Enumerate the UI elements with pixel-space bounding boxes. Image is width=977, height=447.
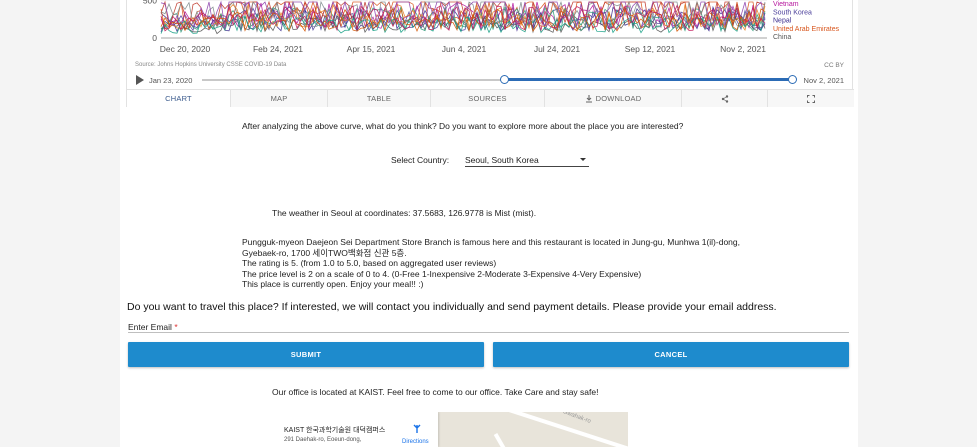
x-tick-label: Dec 20, 2020 <box>160 44 211 54</box>
fullscreen-icon <box>807 94 815 103</box>
x-tick-label: Jul 24, 2021 <box>534 44 581 54</box>
directions-icon[interactable] <box>412 424 422 434</box>
tab-table-label: TABLE <box>366 94 392 103</box>
country-select-label: Select Country: <box>391 155 450 165</box>
tab-chart[interactable]: CHART <box>127 90 231 107</box>
legend-entry: Nepal <box>773 18 792 25</box>
tab-download[interactable]: DOWNLOAD <box>545 90 682 107</box>
restaurant-line: Pungguk-myeon Daejeon Sei Department Sto… <box>242 237 740 247</box>
covid-chart-widget: 0 500 Dec 20, 2020 Feb 24, 2021 Apr 15, 2021… <box>126 0 854 107</box>
map-place-address: 291 Daehak-ro, Eoeun-dong, <box>284 437 362 443</box>
weather-text: The weather in Seoul at coordinates: 37.… <box>272 208 537 218</box>
email-field[interactable] <box>128 319 849 332</box>
tab-chart-label: CHART <box>165 94 192 103</box>
restaurant-status: This place is currently open. Enjoy your… <box>242 279 424 289</box>
license-label: CC BY <box>824 62 844 69</box>
tab-download-label: DOWNLOAD <box>595 94 642 103</box>
timeline-start-date: Jan 23, 2020 <box>149 76 193 85</box>
restaurant-info: Pungguk-myeon Daejeon Sei Department Sto… <box>242 237 740 290</box>
legend-entry: United Arab Emirates <box>773 26 840 33</box>
email-underline <box>128 332 849 333</box>
tab-fullscreen[interactable] <box>768 90 854 107</box>
submit-button-label: SUBMIT <box>290 350 322 359</box>
restaurant-rating: The rating is 5. (from 1.0 to 5.0, based… <box>242 258 497 268</box>
map-street-label: Gwahak-ro <box>561 412 592 425</box>
cancel-button-label: CANCEL <box>654 350 688 359</box>
tab-map-label: MAP <box>270 94 288 103</box>
x-tick-label: Jun 4, 2021 <box>442 44 487 54</box>
x-tick-label: Apr 15, 2021 <box>347 44 396 54</box>
analysis-prompt: After analyzing the above curve, what do… <box>242 121 684 131</box>
timeline-start-handle[interactable] <box>500 75 509 84</box>
timeline-end-handle[interactable] <box>788 75 797 84</box>
chart-tabs: CHART MAP TABLE SOURCES DOWNLOAD <box>127 89 854 107</box>
play-icon[interactable] <box>136 75 144 85</box>
tab-sources[interactable]: SOURCES <box>431 90 545 107</box>
download-icon <box>585 94 592 103</box>
right-margin <box>858 0 977 447</box>
x-tick-label: Nov 2, 2021 <box>720 44 766 54</box>
travel-question: Do you want to travel this place? If int… <box>127 301 777 313</box>
restaurant-price: The price level is 2 on a scale of 0 to … <box>242 268 642 279</box>
left-margin <box>0 0 120 447</box>
map-road <box>493 433 513 447</box>
office-text: Our office is located at KAIST. Feel fre… <box>272 387 599 397</box>
legend-entry: Vietnam <box>773 1 799 8</box>
share-icon <box>721 94 728 103</box>
tab-table[interactable]: TABLE <box>328 90 431 107</box>
line-chart: 0 500 Dec 20, 2020 Feb 24, 2021 Apr 15, 2021… <box>143 0 840 54</box>
tab-map[interactable]: MAP <box>231 90 328 107</box>
timeline-end-date: Nov 2, 2021 <box>803 76 844 85</box>
chart-source: Source: Johns Hopkins University CSSE CO… <box>135 62 287 68</box>
y-tick-label: 500 <box>143 0 157 6</box>
restaurant-line: Gyebaek-ro, 1700 세이TWO백화점 신관 5층. <box>242 247 407 258</box>
map-place-name: KAIST 한국과학기술원 대덕캠퍼스 <box>284 427 386 434</box>
legend-entry: South Korea <box>773 9 812 16</box>
directions-link[interactable]: Directions <box>402 439 429 445</box>
tab-share[interactable] <box>682 90 768 107</box>
y-tick-label: 0 <box>152 33 157 43</box>
submit-button[interactable]: SUBMIT <box>128 342 484 367</box>
timeline-selected-range <box>504 78 792 81</box>
country-select-value: Seoul, South Korea <box>465 154 539 165</box>
x-tick-label: Sep 12, 2021 <box>625 44 676 54</box>
chevron-down-icon <box>580 158 586 161</box>
tab-sources-label: SOURCES <box>468 94 507 103</box>
map-road <box>455 412 628 447</box>
x-tick-label: Feb 24, 2021 <box>253 44 303 54</box>
country-select[interactable]: Seoul, South Korea <box>465 153 589 167</box>
map-place-card: KAIST 한국과학기술원 대덕캠퍼스 291 Daehak-ro, Eoeun… <box>271 412 438 447</box>
legend-entry: China <box>773 34 791 41</box>
cancel-button[interactable]: CANCEL <box>493 342 849 367</box>
office-map[interactable]: Gwahak-ro KAIST 한국과학기술원 대덕캠퍼스 291 Daehak… <box>271 412 628 447</box>
